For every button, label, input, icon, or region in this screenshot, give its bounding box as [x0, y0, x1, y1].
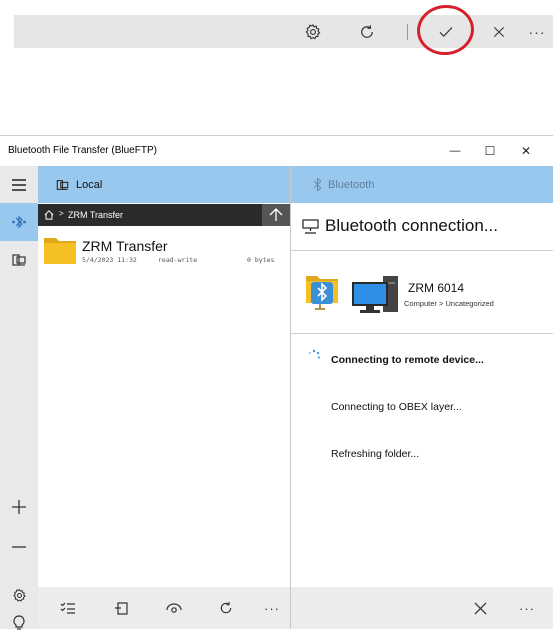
window-title: Bluetooth File Transfer (BlueFTP) [8, 145, 157, 156]
left-nav [0, 166, 38, 630]
spinner-icon [309, 349, 320, 359]
close-icon [473, 601, 487, 615]
top-toolbar: ··· [14, 2, 553, 58]
bluetooth-connection-title: Bluetooth connection... [325, 216, 498, 235]
lightbulb-icon [13, 615, 25, 630]
bluetooth-more-button[interactable]: ··· [511, 587, 543, 629]
computer-monitor-icon [352, 276, 398, 313]
local-refresh-button[interactable] [210, 587, 242, 629]
new-folder-button[interactable] [106, 587, 138, 629]
local-command-bar: ··· [38, 587, 290, 629]
file-date: 5/4/2023 11:32 [82, 256, 137, 264]
step-refreshing-folder: Refreshing folder... [331, 448, 420, 460]
nav-local[interactable] [0, 241, 38, 279]
device-name: ZRM 6014 [408, 281, 465, 295]
window-close-button[interactable]: ✕ [508, 136, 544, 166]
settings-button[interactable] [298, 15, 328, 48]
cancel-connection-button[interactable] [464, 587, 496, 629]
local-tab-header[interactable]: Local [38, 166, 290, 203]
divider [291, 333, 553, 334]
list-item[interactable]: ZRM Transfer 5/4/2023 11:32 read-write 0… [38, 232, 290, 272]
refresh-button[interactable] [352, 15, 382, 48]
arrow-up-icon [269, 208, 283, 221]
hamburger-button[interactable] [0, 166, 38, 203]
step-connecting-device: Connecting to remote device... [331, 354, 484, 366]
file-name: ZRM Transfer [82, 238, 168, 254]
bluetooth-tab-header[interactable]: Bluetooth [291, 166, 553, 203]
select-button[interactable] [52, 587, 84, 629]
view-button[interactable] [158, 587, 190, 629]
new-item-icon [115, 602, 128, 615]
checklist-icon [60, 602, 75, 614]
breadcrumb: > ZRM Transfer [38, 204, 290, 226]
minus-icon [12, 546, 26, 548]
up-folder-button[interactable] [262, 204, 290, 226]
connection-icon [302, 219, 319, 234]
bluetooth-command-bar: ··· [291, 587, 553, 629]
local-more-button[interactable]: ··· [256, 587, 288, 629]
refresh-icon [220, 602, 232, 614]
file-access: read-write [158, 256, 198, 264]
breadcrumb-chevron-icon: > [59, 209, 64, 218]
computer-icon [12, 254, 26, 266]
home-icon[interactable] [44, 210, 54, 220]
remove-button[interactable] [0, 528, 38, 566]
breadcrumb-current[interactable]: ZRM Transfer [68, 210, 123, 220]
nav-settings[interactable] [0, 576, 38, 614]
nav-bluetooth[interactable] [0, 203, 38, 241]
plus-icon [12, 500, 26, 514]
gear-icon [305, 23, 321, 39]
highlight-circle [414, 2, 477, 58]
maximize-button[interactable]: ☐ [472, 136, 508, 166]
more-button[interactable]: ··· [522, 15, 552, 48]
file-size: 0 bytes [247, 256, 275, 264]
eye-icon [166, 603, 182, 613]
bluetooth-icon [313, 178, 322, 191]
hamburger-icon [12, 178, 26, 191]
close-icon [493, 26, 505, 37]
device-category: Computer > Uncategorized [404, 299, 494, 308]
bluetooth-folder-icon [306, 276, 338, 310]
step-connecting-obex: Connecting to OBEX layer... [331, 401, 462, 413]
computer-icon [56, 179, 69, 190]
pane-divider [290, 166, 291, 629]
bluetooth-scan-icon [12, 215, 26, 229]
gear-icon [12, 588, 26, 602]
divider [291, 250, 553, 251]
app-window: Bluetooth File Transfer (BlueFTP) — ☐ ✕ [0, 135, 553, 630]
bluetooth-tab-label: Bluetooth [328, 178, 375, 191]
title-bar: Bluetooth File Transfer (BlueFTP) — ☐ ✕ [0, 136, 553, 166]
minimize-button[interactable]: — [437, 136, 473, 166]
folder-icon [44, 238, 76, 264]
nav-tips[interactable] [0, 613, 38, 633]
close-button[interactable] [484, 15, 514, 48]
local-tab-label: Local [76, 178, 103, 191]
refresh-icon [361, 24, 373, 38]
add-button[interactable] [0, 488, 38, 526]
toolbar-separator [407, 24, 408, 40]
